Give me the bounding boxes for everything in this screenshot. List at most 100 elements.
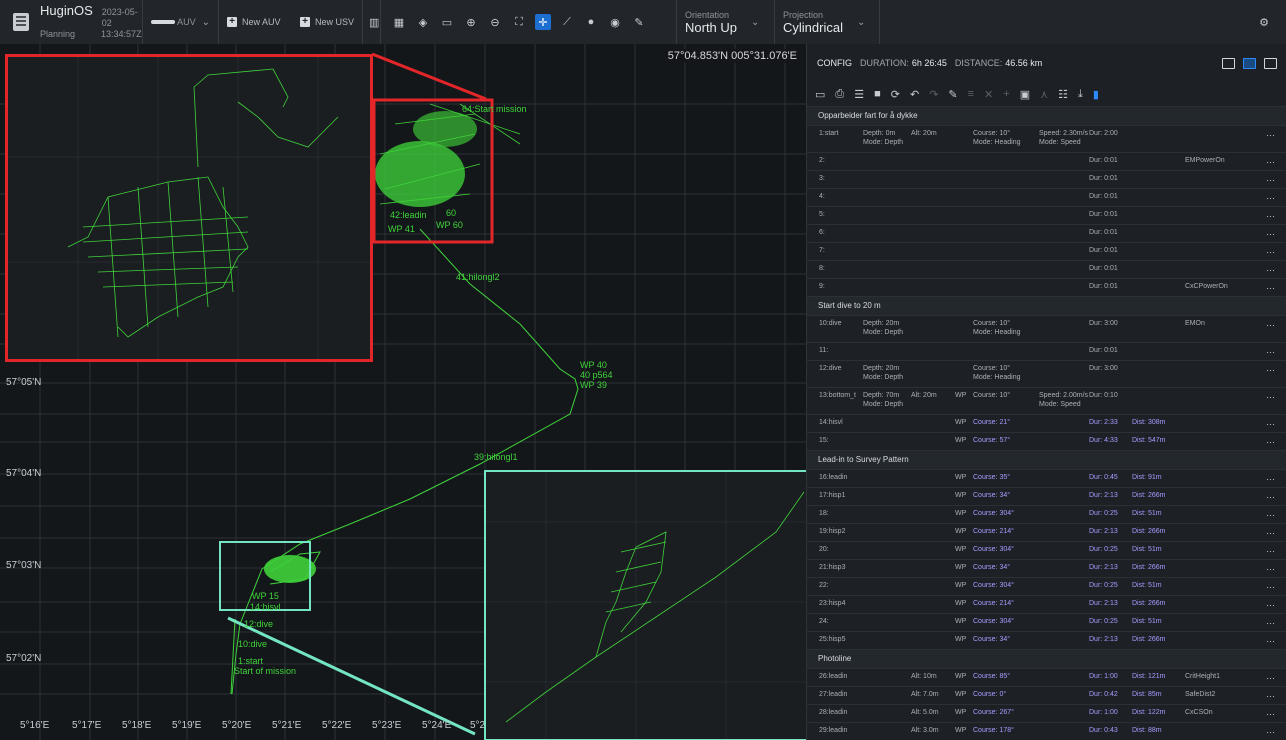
row-more-icon[interactable]: ⋯	[1266, 283, 1275, 294]
row-more-icon[interactable]: ⋯	[1266, 175, 1275, 186]
layout-left-icon[interactable]	[1222, 57, 1235, 69]
list-icon[interactable]: ☰	[854, 88, 864, 101]
mission-row[interactable]: 17:hisp1 WP Course: 34° Dur: 2:13 Dist: 266m…	[807, 488, 1286, 506]
add-block-icon[interactable]: ▣	[1020, 88, 1030, 101]
pin-icon[interactable]: ◉	[607, 14, 623, 30]
section-header[interactable]: Start dive to 20 m	[807, 297, 1286, 316]
save-icon[interactable]: ■	[874, 88, 881, 100]
row-more-icon[interactable]: ⋯	[1266, 582, 1275, 593]
mission-row[interactable]: 9: Dur: 0:01 CxCPowerOn ⋯	[807, 279, 1286, 297]
map-view[interactable]: 41:hilongl2 39:hilongl1 WP 40 40 p564 WP…	[0, 44, 806, 740]
branch-icon[interactable]: ⋏	[1040, 88, 1048, 101]
row-more-icon[interactable]: ⋯	[1266, 211, 1275, 222]
row-more-icon[interactable]: ⋯	[1266, 546, 1275, 557]
mission-row[interactable]: 13:bottom_t Depth: 70m Mode: Depth Alt: 20m…	[807, 388, 1286, 415]
mission-row[interactable]: 27:leadin Alt: 7.0m WP Course: 0° Dur: 0:42 D…	[807, 687, 1286, 705]
mission-row[interactable]: 18: WP Course: 304° Dur: 0:25 Dist: 51m ⋯	[807, 506, 1286, 524]
mission-row[interactable]: 11: Dur: 0:01 ⋯	[807, 343, 1286, 361]
mission-row[interactable]: 26:leadin Alt: 10m WP Course: 85° Dur: 1:00 D…	[807, 669, 1286, 687]
crosshair-icon[interactable]: ✛	[535, 14, 551, 30]
download-icon[interactable]: ⤓	[1078, 88, 1083, 101]
row-more-icon[interactable]: ⋯	[1266, 229, 1275, 240]
mission-row[interactable]: 14:hisvl WP Course: 21° Dur: 2:33 Dist: 308m…	[807, 415, 1286, 433]
mission-row[interactable]: 15: WP Course: 57° Dur: 4:33 Dist: 547m ⋯	[807, 433, 1286, 451]
edit-icon[interactable]: ✎	[948, 88, 957, 101]
mission-row[interactable]: 4: Dur: 0:01 ⋯	[807, 189, 1286, 207]
row-more-icon[interactable]: ⋯	[1266, 600, 1275, 611]
mission-row[interactable]: 28:leadin Alt: 5.0m WP Course: 267° Dur: 1:0…	[807, 705, 1286, 723]
section-header[interactable]: Photoline	[807, 650, 1286, 669]
waypoint-icon[interactable]: ●	[583, 14, 599, 30]
row-more-icon[interactable]: ⋯	[1266, 193, 1275, 204]
row-more-icon[interactable]: ⋯	[1266, 618, 1275, 629]
mission-row[interactable]: 29:leadin Alt: 3.0m WP Course: 178° Dur: 0:4…	[807, 723, 1286, 740]
folder-icon[interactable]: ▭	[439, 14, 455, 30]
row-more-icon[interactable]: ⋯	[1266, 365, 1275, 376]
mission-row[interactable]: 23:hisp4 WP Course: 214° Dur: 2:13 Dist: 266…	[807, 596, 1286, 614]
vehicle-select[interactable]: AUV ⌄	[143, 0, 219, 44]
mission-row[interactable]: 3: Dur: 0:01 ⋯	[807, 171, 1286, 189]
row-more-icon[interactable]: ⋯	[1266, 474, 1275, 485]
undo-icon[interactable]: ↶	[910, 88, 919, 101]
mission-row[interactable]: 16:leadin WP Course: 35° Dur: 0:45 Dist: 91m…	[807, 470, 1286, 488]
mission-row[interactable]: 2: Dur: 0:01 EMPowerOn ⋯	[807, 153, 1286, 171]
mission-row[interactable]: 25:hisp5 WP Course: 34° Dur: 2:13 Dist: 266m…	[807, 632, 1286, 650]
measure-icon[interactable]: ⟋	[559, 14, 575, 30]
mission-row[interactable]: 20: WP Course: 304° Dur: 0:25 Dist: 51m ⋯	[807, 542, 1286, 560]
indent-icon[interactable]: ≡	[968, 88, 974, 100]
row-more-icon[interactable]: ⋯	[1266, 709, 1275, 720]
upload-icon[interactable]: ⎙	[835, 88, 844, 101]
row-more-icon[interactable]: ⋯	[1266, 347, 1275, 358]
comment-icon[interactable]: ▮	[1093, 88, 1099, 101]
refresh-icon[interactable]: ⟳	[891, 88, 900, 101]
row-more-icon[interactable]: ⋯	[1266, 528, 1275, 539]
section-header[interactable]: Opparbeider fart for å dykke	[807, 107, 1286, 126]
row-more-icon[interactable]: ⋯	[1266, 157, 1275, 168]
row-more-icon[interactable]: ⋯	[1266, 320, 1275, 331]
mission-row[interactable]: 8: Dur: 0:01 ⋯	[807, 261, 1286, 279]
list-add-icon[interactable]: ☷	[1058, 88, 1068, 101]
new-usv-button[interactable]: + New USV	[299, 17, 354, 27]
mission-row[interactable]: 6: Dur: 0:01 ⋯	[807, 225, 1286, 243]
layout-right-icon[interactable]	[1243, 57, 1256, 69]
layout-full-icon[interactable]	[1264, 57, 1277, 69]
mission-row[interactable]: 24: WP Course: 304° Dur: 0:25 Dist: 51m ⋯	[807, 614, 1286, 632]
pencil-icon[interactable]: ✎	[631, 14, 647, 30]
layers-icon[interactable]: ◈	[415, 14, 431, 30]
detail-inset-north[interactable]	[5, 54, 373, 362]
mission-row[interactable]: 1:start Depth: 0m Mode: Depth Alt: 20m Cours…	[807, 126, 1286, 153]
row-more-icon[interactable]: ⋯	[1266, 691, 1275, 702]
section-header[interactable]: Lead-in to Survey Pattern	[807, 451, 1286, 470]
layers-grid-icon[interactable]: ▦	[391, 14, 407, 30]
row-more-icon[interactable]: ⋯	[1266, 265, 1275, 276]
row-more-icon[interactable]: ⋯	[1266, 510, 1275, 521]
row-more-icon[interactable]: ⋯	[1266, 130, 1275, 141]
redo-icon[interactable]: ↷	[929, 88, 938, 101]
mission-row[interactable]: 7: Dur: 0:01 ⋯	[807, 243, 1286, 261]
row-more-icon[interactable]: ⋯	[1266, 564, 1275, 575]
split-view-button[interactable]: ▥	[363, 0, 381, 44]
row-more-icon[interactable]: ⋯	[1266, 492, 1275, 503]
row-more-icon[interactable]: ⋯	[1266, 727, 1275, 738]
mission-row[interactable]: 22: WP Course: 304° Dur: 0:25 Dist: 51m ⋯	[807, 578, 1286, 596]
new-auv-button[interactable]: + New AUV	[227, 17, 281, 27]
row-more-icon[interactable]: ⋯	[1266, 392, 1275, 403]
row-more-icon[interactable]: ⋯	[1266, 636, 1275, 647]
mission-row[interactable]: 12:dive Depth: 20m Mode: Depth Course: 10° M…	[807, 361, 1286, 388]
row-more-icon[interactable]: ⋯	[1266, 247, 1275, 258]
fit-icon[interactable]: ⛶	[511, 14, 527, 30]
projection-select[interactable]: Projection Cylindrical ⌄	[775, 0, 880, 44]
row-more-icon[interactable]: ⋯	[1266, 437, 1275, 448]
mission-row[interactable]: 21:hisp3 WP Course: 34° Dur: 2:13 Dist: 266m…	[807, 560, 1286, 578]
row-more-icon[interactable]: ⋯	[1266, 419, 1275, 430]
detail-inset-south[interactable]	[484, 470, 806, 740]
orientation-select[interactable]: Orientation North Up ⌄	[677, 0, 775, 44]
row-more-icon[interactable]: ⋯	[1266, 673, 1275, 684]
zoom-out-icon[interactable]: ⊖	[487, 14, 503, 30]
settings-icon[interactable]: ⚙	[1256, 14, 1272, 30]
zoom-in-icon[interactable]: ⊕	[463, 14, 479, 30]
folder-icon[interactable]: ▭	[815, 88, 825, 101]
mission-row[interactable]: 10:dive Depth: 20m Mode: Depth Course: 10° M…	[807, 316, 1286, 343]
add-icon[interactable]: +	[1003, 88, 1009, 100]
mission-row[interactable]: 19:hisp2 WP Course: 214° Dur: 2:13 Dist: 266…	[807, 524, 1286, 542]
